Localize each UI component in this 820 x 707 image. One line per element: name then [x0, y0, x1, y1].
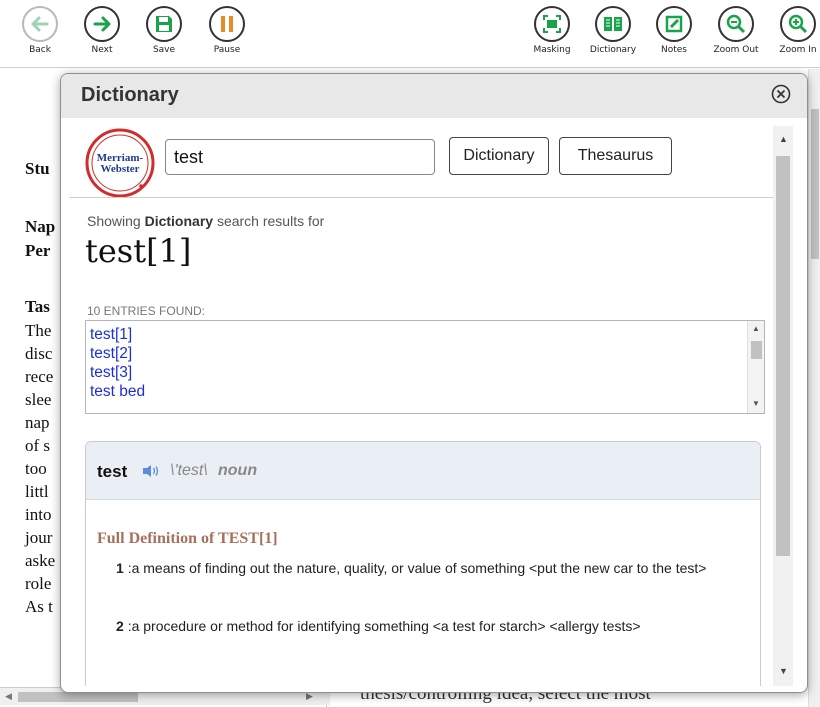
- doc-line: into: [25, 505, 52, 524]
- doc-line: jour: [25, 528, 53, 547]
- scroll-down-icon[interactable]: ▼: [779, 666, 788, 676]
- dictionary-panel: Dictionary Merriam- Webster Dictionary T…: [60, 73, 808, 693]
- entries-count: 10 ENTRIES FOUND:: [87, 304, 206, 318]
- scrollbar-thumb[interactable]: [811, 109, 819, 259]
- toolbar: Back Next Save Pause Masking Dictionary: [0, 0, 820, 68]
- arrow-right-icon: [84, 6, 120, 42]
- definition-card: test \'test\ noun Full Definition of TES…: [85, 441, 761, 686]
- save-button[interactable]: Save: [136, 6, 192, 55]
- dictionary-button[interactable]: Dictionary: [585, 6, 641, 55]
- dictionary-search-button[interactable]: Dictionary: [449, 137, 549, 175]
- scroll-down-icon[interactable]: ▼: [752, 399, 760, 408]
- dictionary-label: Dictionary: [589, 45, 637, 55]
- zoom-in-button[interactable]: Zoom In: [770, 6, 820, 55]
- back-label: Back: [29, 45, 51, 55]
- back-button[interactable]: Back: [12, 6, 68, 55]
- results-caption: Showing Dictionary search results for: [87, 213, 325, 229]
- entry-link[interactable]: test[1]: [90, 325, 764, 344]
- scrollbar-thumb[interactable]: [776, 156, 790, 556]
- zoom-out-icon: [718, 6, 754, 42]
- save-label: Save: [152, 45, 176, 55]
- doc-line: Nap: [25, 217, 56, 236]
- svg-text:Webster: Webster: [100, 163, 139, 175]
- close-button[interactable]: [769, 82, 793, 106]
- entries-scrollbar[interactable]: ▲ ▼: [747, 321, 764, 413]
- part-of-speech: noun: [218, 462, 258, 479]
- doc-line: rece: [25, 367, 54, 386]
- panel-scrollbar[interactable]: ▲ ▼: [773, 126, 793, 686]
- panel-title: Dictionary: [81, 84, 179, 106]
- scroll-up-icon[interactable]: ▲: [752, 324, 760, 333]
- doc-line: Stu: [25, 159, 50, 178]
- pause-label: Pause: [213, 45, 241, 55]
- zoom-out-button[interactable]: Zoom Out: [708, 6, 764, 55]
- next-button[interactable]: Next: [74, 6, 130, 55]
- doc-line: role: [25, 574, 52, 593]
- pronunciation: \'test\: [170, 462, 208, 479]
- zoom-in-icon: [780, 6, 816, 42]
- merriam-webster-logo: Merriam- Webster: [85, 128, 155, 198]
- doc-line: disc: [25, 344, 53, 363]
- zoom-out-label: Zoom Out: [713, 45, 759, 55]
- next-label: Next: [91, 45, 113, 55]
- doc-line: slee: [25, 390, 52, 409]
- document-vertical-scrollbar[interactable]: [808, 69, 820, 707]
- save-icon: [146, 6, 182, 42]
- masking-label: Masking: [533, 45, 571, 55]
- masking-button[interactable]: Masking: [524, 6, 580, 55]
- notes-button[interactable]: Notes: [646, 6, 702, 55]
- definition-sense: 1 :a means of finding out the nature, qu…: [116, 560, 707, 576]
- zoom-in-label: Zoom In: [779, 45, 817, 55]
- entry-link[interactable]: test[2]: [90, 344, 764, 363]
- doc-line: nap: [25, 413, 50, 432]
- full-definition-label: Full Definition of TEST[1]: [97, 530, 278, 547]
- search-input[interactable]: [165, 139, 435, 175]
- pause-button[interactable]: Pause: [199, 6, 255, 55]
- doc-line: aske: [25, 551, 56, 570]
- entries-list-box: test[1] test[2] test[3] test bed ▲ ▼: [85, 320, 765, 414]
- doc-line: littl: [25, 482, 49, 501]
- pause-icon: [209, 6, 245, 42]
- notes-icon: [656, 6, 692, 42]
- arrow-left-icon: [22, 6, 58, 42]
- book-icon: [595, 6, 631, 42]
- doc-line: too: [25, 459, 47, 478]
- definition-sense: 2 :a procedure or method for identifying…: [116, 618, 641, 634]
- notes-label: Notes: [661, 45, 687, 55]
- entry-link[interactable]: test[3]: [90, 363, 764, 382]
- doc-line: Per: [25, 241, 51, 260]
- divider: [69, 197, 785, 198]
- scrollbar-thumb[interactable]: [751, 341, 762, 359]
- scroll-up-icon[interactable]: ▲: [779, 134, 788, 144]
- entry-link[interactable]: test bed: [90, 382, 764, 401]
- panel-header: Dictionary: [61, 74, 807, 118]
- doc-line: Tas: [25, 297, 50, 316]
- scrollbar-thumb[interactable]: [18, 692, 138, 702]
- masking-icon: [534, 6, 570, 42]
- scroll-left-icon[interactable]: ◀: [5, 691, 12, 702]
- entry-word: test: [97, 462, 128, 481]
- result-headword: test[1]: [85, 232, 192, 270]
- doc-line: As t: [25, 597, 53, 616]
- audio-speaker-icon[interactable]: [141, 463, 161, 479]
- close-icon: [771, 84, 791, 104]
- thesaurus-search-button[interactable]: Thesaurus: [559, 137, 672, 175]
- definition-header: test \'test\ noun: [86, 442, 760, 500]
- doc-line: of s: [25, 436, 51, 455]
- doc-line: The: [25, 321, 52, 340]
- dictionary-content: Merriam- Webster Dictionary Thesaurus Sh…: [69, 118, 791, 686]
